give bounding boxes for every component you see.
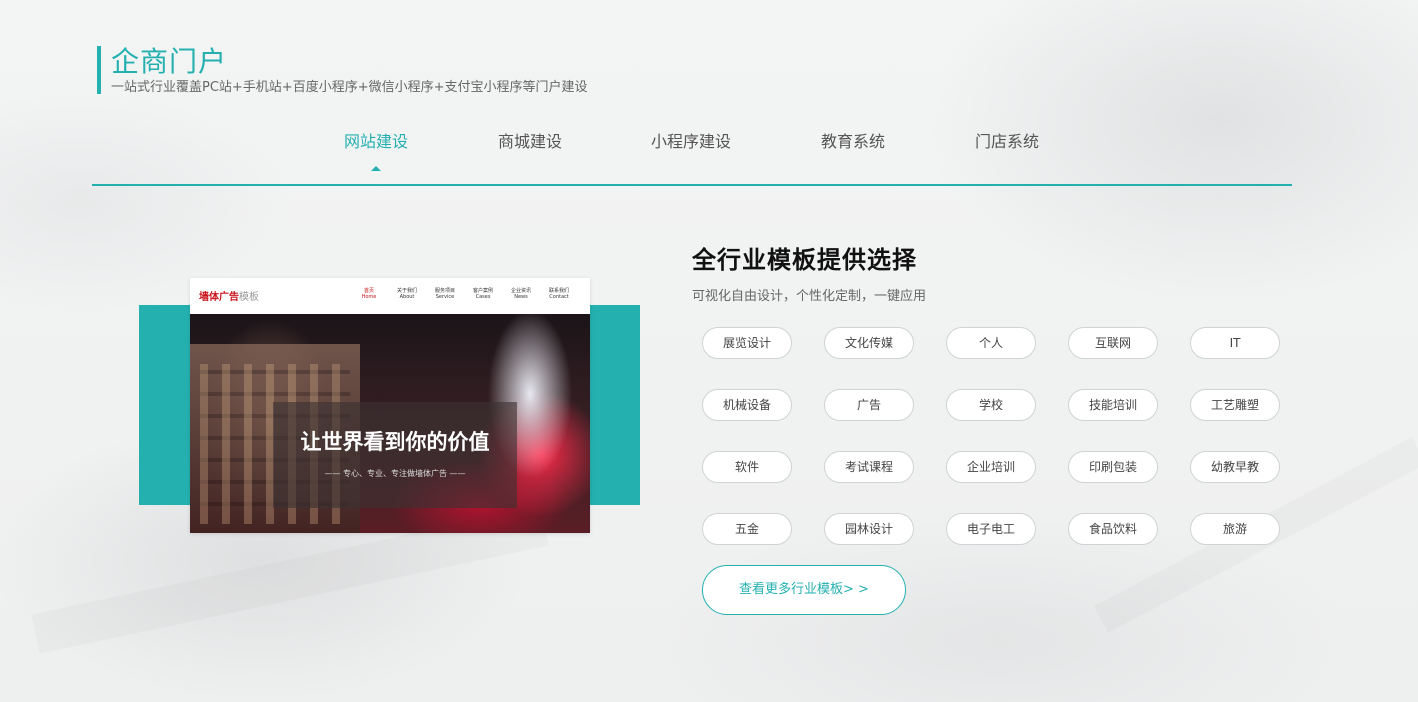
tab-website[interactable]: 网站建设 <box>344 130 409 171</box>
industry-tag[interactable]: 个人 <box>946 327 1036 359</box>
tab-store[interactable]: 门店系统 <box>975 130 1039 154</box>
preview-menu-en: Service <box>435 294 455 300</box>
tab-mall[interactable]: 商城建设 <box>498 130 562 154</box>
industry-tag[interactable]: 电子电工 <box>946 513 1036 545</box>
industry-tag[interactable]: 企业培训 <box>946 451 1036 483</box>
preview-menu-en: Cases <box>475 294 491 300</box>
industry-tag[interactable]: 软件 <box>702 451 792 483</box>
preview-menu-en: About <box>399 294 415 300</box>
preview-menu-item: 首页 Home <box>352 288 386 300</box>
preview-subline: —— 专心、专业、专注做墙体广告 —— <box>324 469 466 478</box>
tab-miniprogram[interactable]: 小程序建设 <box>651 130 731 154</box>
industry-tag[interactable]: 学校 <box>946 389 1036 421</box>
industry-tag[interactable]: 五金 <box>702 513 792 545</box>
preview-logo-red: 墙体广告 <box>199 292 239 303</box>
preview-headline: 让世界看到你的价值 <box>300 430 490 454</box>
preview-menu-item: 企业资讯 News <box>504 288 538 300</box>
industry-tag[interactable]: 园林设计 <box>824 513 914 545</box>
industry-tag[interactable]: 展览设计 <box>702 327 792 359</box>
industry-tag[interactable]: 旅游 <box>1190 513 1280 545</box>
industry-tag[interactable]: IT <box>1190 327 1280 359</box>
preview-menu-item: 服务项目 Service <box>428 288 462 300</box>
section-subtitle: 可视化自由设计，个性化定制，一键应用 <box>692 289 927 304</box>
preview-menu-en: Home <box>361 294 377 300</box>
tab-label: 网站建设 <box>344 132 409 151</box>
industry-tag[interactable]: 幼教早教 <box>1190 451 1280 483</box>
industry-tag[interactable]: 考试课程 <box>824 451 914 483</box>
industry-tag[interactable]: 机械设备 <box>702 389 792 421</box>
industry-tag[interactable]: 食品饮料 <box>1068 513 1158 545</box>
brand-block: 企商门户 一站式行业覆盖PC站+手机站+百度小程序+微信小程序+支付宝小程序等门… <box>97 45 588 95</box>
preview-menu-en: News <box>514 294 528 300</box>
page-content: 企商门户 一站式行业覆盖PC站+手机站+百度小程序+微信小程序+支付宝小程序等门… <box>0 0 1418 702</box>
more-templates-button[interactable]: 查看更多行业模板> > <box>702 565 906 615</box>
industry-tag[interactable]: 技能培训 <box>1068 389 1158 421</box>
brand-title: 企商门户 <box>111 45 228 78</box>
tab-label: 门店系统 <box>975 132 1040 151</box>
industry-tag[interactable]: 广告 <box>824 389 914 421</box>
preview-logo-gray: 模板 <box>239 292 259 303</box>
tab-label: 教育系统 <box>821 132 886 151</box>
preview-menu-en: Contact <box>549 294 569 300</box>
preview-menu-item: 关于我们 About <box>390 288 424 300</box>
preview-menu-item: 客户案例 Cases <box>466 288 500 300</box>
industry-tag[interactable]: 印刷包装 <box>1068 451 1158 483</box>
industry-tag[interactable]: 文化传媒 <box>824 327 914 359</box>
preview-logo: 墙体广告模板 <box>199 288 259 303</box>
preview-hero-image: 让世界看到你的价值 —— 专心、专业、专注做墙体广告 —— <box>190 314 590 533</box>
preview-navbar: 墙体广告模板 首页 Home 关于我们 About 服务项目 Service 客… <box>190 278 590 314</box>
template-preview[interactable]: 墙体广告模板 首页 Home 关于我们 About 服务项目 Service 客… <box>190 278 590 533</box>
preview-menu-item: 联系我们 Contact <box>542 288 576 300</box>
tab-education[interactable]: 教育系统 <box>821 130 885 154</box>
active-tab-caret-icon <box>371 166 381 171</box>
industry-tag[interactable]: 互联网 <box>1068 327 1158 359</box>
industry-tag[interactable]: 工艺雕塑 <box>1190 389 1280 421</box>
tab-label: 商城建设 <box>498 132 563 151</box>
tab-label: 小程序建设 <box>651 132 732 151</box>
brand-subtitle: 一站式行业覆盖PC站+手机站+百度小程序+微信小程序+支付宝小程序等门户建设 <box>111 80 588 95</box>
section-title: 全行业模板提供选择 <box>692 246 917 274</box>
category-tabs: 网站建设 商城建设 小程序建设 教育系统 门店系统 <box>92 130 1292 186</box>
